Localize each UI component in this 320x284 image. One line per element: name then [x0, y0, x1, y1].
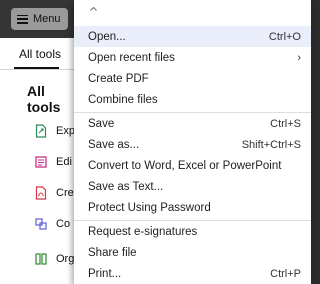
menu-item-convert[interactable]: Convert to Word, Excel or PowerPoint: [74, 155, 311, 176]
menu-item-label: Print...: [88, 267, 122, 280]
panel-divider: [0, 69, 74, 70]
tool-label: Cre: [56, 187, 74, 199]
hamburger-icon: [17, 14, 28, 24]
menu-button[interactable]: Menu: [11, 8, 68, 30]
menu-item-label: Convert to Word, Excel or PowerPoint: [88, 159, 282, 172]
menu-item-label: Share file: [88, 246, 137, 259]
tool-combine-files[interactable]: Co: [35, 215, 70, 233]
tool-create-pdf[interactable]: Cre: [35, 184, 74, 202]
menu-item-protect-password[interactable]: Protect Using Password: [74, 197, 311, 218]
menu-item-save-as[interactable]: Save as... Shift+Ctrl+S: [74, 134, 311, 155]
menu-item-open[interactable]: Open... Ctrl+O: [74, 26, 311, 47]
tools-panel: All tools All tools Exp Edi Cre Co Org: [0, 38, 75, 284]
export-pdf-icon: [35, 124, 47, 138]
tab-all-tools[interactable]: All tools: [19, 47, 61, 61]
menu-item-label: Open recent files: [88, 51, 175, 64]
menu-item-shortcut: Ctrl+S: [270, 117, 301, 130]
tool-label: Edi: [56, 156, 72, 168]
tool-label: Co: [56, 218, 71, 230]
menu-item-shortcut: Ctrl+P: [270, 267, 301, 280]
menu-item-share-file[interactable]: Share file: [74, 242, 311, 263]
menu-item-label: Protect Using Password: [88, 201, 211, 214]
menu-item-save-as-text[interactable]: Save as Text...: [74, 176, 311, 197]
menu-item-open-recent-files[interactable]: Open recent files ›: [74, 47, 311, 68]
menu-item-label: Save as...: [88, 138, 140, 151]
tool-label: Org: [56, 253, 75, 265]
tool-edit-pdf[interactable]: Edi: [35, 153, 72, 171]
menu-item-combine-files[interactable]: Combine files: [74, 89, 311, 110]
menu-item-label: Open...: [88, 30, 126, 43]
menu-item-label: Save as Text...: [88, 180, 164, 193]
menu-item-label: Request e-signatures: [88, 225, 198, 238]
tool-organize-pages[interactable]: Org: [35, 250, 74, 268]
chevron-right-icon: ›: [297, 51, 301, 64]
menu-item-shortcut: Shift+Ctrl+S: [241, 138, 301, 151]
menu-item-request-esignatures[interactable]: Request e-signatures: [74, 221, 311, 242]
combine-files-icon: [35, 218, 47, 230]
menu-item-label: Save: [88, 117, 115, 130]
caret-up-icon: [90, 7, 97, 11]
menu-item-print[interactable]: Print... Ctrl+P: [74, 263, 311, 284]
menu-item-create-pdf[interactable]: Create PDF: [74, 68, 311, 89]
menu-item-shortcut: Ctrl+O: [268, 30, 301, 43]
menu-item-label: Create PDF: [88, 72, 149, 85]
create-pdf-icon: [35, 186, 47, 200]
menu-button-label: Menu: [33, 13, 61, 25]
menu-item-label: Combine files: [88, 93, 158, 106]
tools-heading: All tools: [27, 83, 61, 115]
main-menu-dropdown: Open... Ctrl+O Open recent files › Creat…: [74, 0, 311, 284]
organize-pages-icon: [35, 253, 47, 265]
tool-export-pdf[interactable]: Exp: [35, 122, 75, 140]
tool-label: Exp: [56, 125, 75, 137]
edit-pdf-icon: [35, 156, 47, 168]
menu-item-save[interactable]: Save Ctrl+S: [74, 113, 311, 134]
